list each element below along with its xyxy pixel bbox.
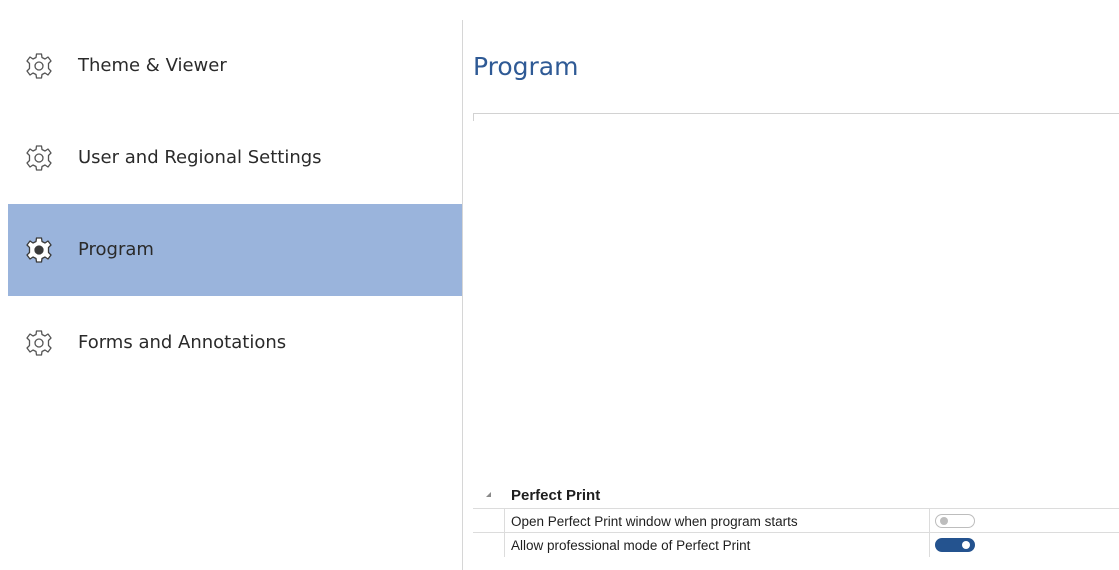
toggle-knob xyxy=(962,541,970,549)
property-row-open-perfect-print: Open Perfect Print window when program s… xyxy=(473,508,1119,533)
property-name: Allow professional mode of Perfect Print xyxy=(511,538,751,553)
property-row-allow-professional-mode: Allow professional mode of Perfect Print xyxy=(473,532,1119,557)
allow-professional-mode-toggle[interactable] xyxy=(935,538,975,552)
sidebar-item-label: User and Regional Settings xyxy=(78,147,322,168)
column-separator xyxy=(929,509,930,533)
property-grid: Perfect Print Open Perfect Print window … xyxy=(473,484,1119,570)
title-divider-tick xyxy=(473,113,474,121)
sidebar-item-program[interactable]: Program xyxy=(8,204,462,296)
title-divider xyxy=(473,113,1119,114)
sidebar-item-label: Theme & Viewer xyxy=(78,55,227,76)
sidebar-item-user-regional-settings[interactable]: User and Regional Settings xyxy=(8,112,462,204)
open-perfect-print-toggle[interactable] xyxy=(935,514,975,528)
gear-icon xyxy=(26,53,52,79)
sidebar-item-label: Program xyxy=(78,239,154,260)
page-title: Program xyxy=(473,52,579,81)
property-group-header: Perfect Print xyxy=(473,484,1119,508)
gear-icon xyxy=(26,330,52,356)
property-group-title: Perfect Print xyxy=(511,487,601,504)
sidebar-item-label: Forms and Annotations xyxy=(78,332,287,353)
sidebar-item-theme-viewer[interactable]: Theme & Viewer xyxy=(8,20,462,112)
sidebar-divider xyxy=(462,20,463,570)
property-name: Open Perfect Print window when program s… xyxy=(511,514,798,529)
row-gutter xyxy=(473,533,505,557)
toggle-knob xyxy=(940,517,948,525)
settings-sidebar: Theme & Viewer User and Regional Setting… xyxy=(8,20,462,570)
gear-icon xyxy=(26,237,52,263)
column-separator xyxy=(929,533,930,557)
gear-icon xyxy=(26,145,52,171)
sidebar-item-forms-annotations[interactable]: Forms and Annotations xyxy=(8,297,462,389)
row-gutter xyxy=(473,509,505,533)
collapse-triangle-icon[interactable] xyxy=(486,492,491,497)
